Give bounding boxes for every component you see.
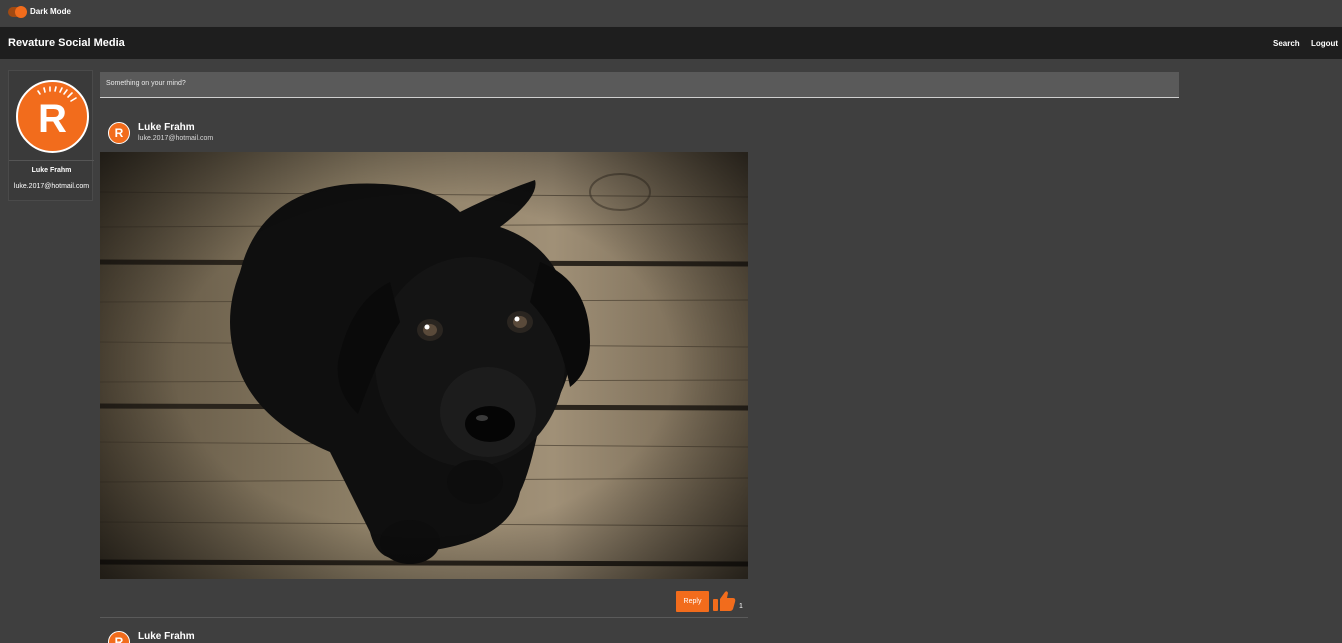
- post-composer-input[interactable]: Something on your mind?: [100, 72, 1179, 98]
- profile-email: luke.2017@hotmail.com: [13, 183, 90, 190]
- post-divider: [100, 617, 748, 618]
- composer-placeholder: Something on your mind?: [106, 80, 186, 87]
- post-card: R Luke Frahm: [100, 623, 748, 643]
- dark-mode-label: Dark Mode: [30, 7, 71, 16]
- nav-search-link[interactable]: Search: [1273, 39, 1300, 48]
- post-card: R Luke Frahm luke.2017@hotmail.com Reply…: [100, 112, 748, 618]
- post-author: Luke Frahm: [138, 122, 195, 133]
- reply-button[interactable]: Reply: [676, 591, 709, 612]
- profile-card: R Luke Frahm luke.2017@hotmail.com: [8, 70, 94, 201]
- dark-mode-toggle[interactable]: [8, 6, 27, 18]
- thumbs-up-icon[interactable]: [712, 590, 736, 612]
- avatar-letter: R: [38, 97, 67, 141]
- like-count: 1: [739, 603, 743, 610]
- post-author: Luke Frahm: [138, 631, 195, 642]
- top-strip: Dark Mode: [0, 0, 1342, 26]
- toggle-knob: [15, 6, 27, 18]
- navbar: Revature Social Media Search Logout: [0, 27, 1342, 59]
- post-avatar-letter: R: [114, 126, 124, 140]
- post-avatar-letter: R: [114, 635, 124, 643]
- profile-name: Luke Frahm: [31, 167, 72, 174]
- post-avatar[interactable]: R: [108, 631, 130, 643]
- puppy-photo: [100, 152, 748, 579]
- post-avatar[interactable]: R: [108, 122, 130, 144]
- brand-link[interactable]: Revature Social Media: [8, 37, 125, 49]
- nav-logout-link[interactable]: Logout: [1311, 39, 1338, 48]
- profile-divider: [9, 160, 94, 161]
- post-email: luke.2017@hotmail.com: [138, 135, 214, 142]
- avatar[interactable]: R: [16, 80, 89, 153]
- post-image-black-puppy: [100, 152, 748, 579]
